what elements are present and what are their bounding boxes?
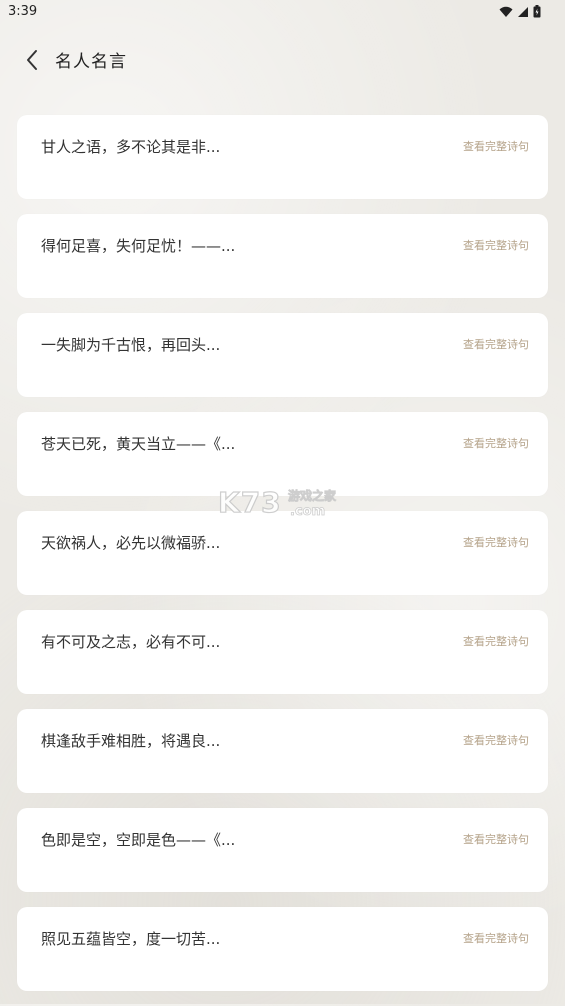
- quote-text: 甘人之语，多不论其是非...: [41, 138, 221, 156]
- page-title: 名人名言: [55, 52, 127, 72]
- quote-card[interactable]: 天欲祸人，必先以微福骄... 查看完整诗句: [17, 511, 548, 595]
- status-icons: [499, 5, 541, 18]
- quote-text: 得何足喜，失何足忧！——...: [41, 237, 236, 255]
- watermark-cn: 游戏之家: [288, 488, 337, 503]
- view-full-poem-link[interactable]: 查看完整诗句: [463, 237, 529, 253]
- quote-card[interactable]: 得何足喜，失何足忧！——... 查看完整诗句: [17, 214, 548, 298]
- watermark-logo: K73 游戏之家 .com: [218, 485, 337, 519]
- quote-text: 一失脚为千古恨，再回头...: [41, 336, 221, 354]
- quote-card[interactable]: 棋逢敌手难相胜，将遇良... 查看完整诗句: [17, 709, 548, 793]
- quote-card[interactable]: 一失脚为千古恨，再回头... 查看完整诗句: [17, 313, 548, 397]
- quote-card[interactable]: 色即是空，空即是色——《... 查看完整诗句: [17, 808, 548, 892]
- watermark-brand: K73: [218, 486, 282, 519]
- status-bar: 3:39: [0, 0, 565, 24]
- quote-card[interactable]: 有不可及之志，必有不可... 查看完整诗句: [17, 610, 548, 694]
- status-time: 3:39: [8, 4, 38, 19]
- watermark-domain: .com: [290, 504, 325, 519]
- view-full-poem-link[interactable]: 查看完整诗句: [463, 831, 529, 847]
- view-full-poem-link[interactable]: 查看完整诗句: [463, 336, 529, 352]
- quote-list: 甘人之语，多不论其是非... 查看完整诗句 得何足喜，失何足忧！——... 查看…: [17, 115, 548, 1006]
- view-full-poem-link[interactable]: 查看完整诗句: [463, 930, 529, 946]
- quote-text: 棋逢敌手难相胜，将遇良...: [41, 732, 221, 750]
- battery-icon: [533, 5, 541, 18]
- view-full-poem-link[interactable]: 查看完整诗句: [463, 534, 529, 550]
- view-full-poem-link[interactable]: 查看完整诗句: [463, 435, 529, 451]
- view-full-poem-link[interactable]: 查看完整诗句: [463, 138, 529, 154]
- quote-text: 有不可及之志，必有不可...: [41, 633, 221, 651]
- wifi-icon: [499, 6, 513, 17]
- quote-card[interactable]: 苍天已死，黄天当立——《... 查看完整诗句: [17, 412, 548, 496]
- quote-card[interactable]: 甘人之语，多不论其是非... 查看完整诗句: [17, 115, 548, 199]
- view-full-poem-link[interactable]: 查看完整诗句: [463, 732, 529, 748]
- back-button[interactable]: [18, 46, 46, 74]
- header: 名人名言: [0, 38, 565, 82]
- view-full-poem-link[interactable]: 查看完整诗句: [463, 633, 529, 649]
- quote-text: 苍天已死，黄天当立——《...: [41, 435, 236, 453]
- quote-text: 色即是空，空即是色——《...: [41, 831, 236, 849]
- quote-text: 天欲祸人，必先以微福骄...: [41, 534, 221, 552]
- cellular-signal-icon: [518, 6, 528, 17]
- quote-text: 照见五蕴皆空，度一切苦...: [41, 930, 221, 948]
- chevron-left-icon: [27, 50, 37, 70]
- quote-card[interactable]: 照见五蕴皆空，度一切苦... 查看完整诗句: [17, 907, 548, 991]
